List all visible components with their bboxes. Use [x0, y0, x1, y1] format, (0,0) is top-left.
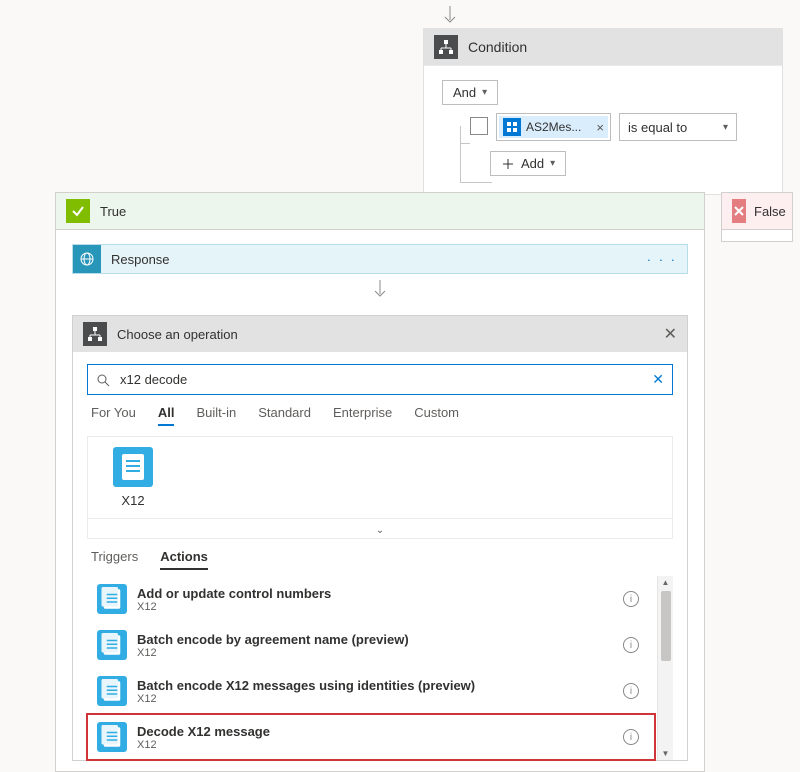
scroll-thumb[interactable]: [661, 591, 671, 661]
add-condition-button[interactable]: Add ▾: [490, 151, 566, 176]
action-subtitle: X12: [137, 693, 475, 705]
condition-row-checkbox[interactable]: [470, 117, 488, 135]
action-subtitle: X12: [137, 647, 409, 659]
flow-arrow-icon: [442, 6, 458, 29]
tab-triggers[interactable]: Triggers: [91, 549, 138, 570]
x12-connector-icon: [97, 630, 127, 660]
x12-connector-icon: [97, 722, 127, 752]
chevron-down-icon: ▾: [723, 122, 728, 133]
operation-picker-panel: Choose an operation ✕ ✕ For You All Buil…: [72, 315, 688, 761]
response-action-card[interactable]: Response · · ·: [72, 244, 688, 274]
tab-standard[interactable]: Standard: [258, 405, 311, 426]
category-tabs: For You All Built-in Standard Enterprise…: [73, 395, 687, 436]
and-operator-label: And: [453, 85, 476, 100]
info-icon[interactable]: i: [623, 683, 639, 699]
true-branch-label: True: [100, 204, 126, 219]
action-subtitle: X12: [137, 601, 331, 613]
scroll-down-icon[interactable]: ▼: [662, 747, 670, 760]
condition-icon: [434, 35, 458, 59]
action-item-decode-x12[interactable]: Decode X12 message X12 i: [87, 714, 655, 760]
connector-name: X12: [121, 493, 144, 508]
action-item[interactable]: Add or update control numbers X12 i: [87, 576, 655, 622]
tab-all[interactable]: All: [158, 405, 175, 426]
action-title: Batch encode by agreement name (preview): [137, 632, 409, 647]
true-branch: True Response · · · Choose an operation …: [55, 192, 705, 772]
action-title: Add or update control numbers: [137, 586, 331, 601]
chevron-down-icon: ⌄: [376, 525, 384, 536]
tab-actions[interactable]: Actions: [160, 549, 208, 570]
actions-list: Add or update control numbers X12 i Batc…: [87, 576, 673, 760]
connector-results: X12: [87, 436, 673, 518]
scroll-up-icon[interactable]: ▲: [662, 576, 670, 589]
info-icon[interactable]: i: [623, 729, 639, 745]
flow-arrow-icon: [372, 280, 388, 303]
plus-icon: [501, 157, 515, 171]
more-menu-button[interactable]: · · ·: [647, 252, 687, 267]
condition-left-operand[interactable]: AS2Mes... ×: [496, 113, 611, 141]
action-subtitle: X12: [137, 739, 270, 751]
operation-icon: [83, 322, 107, 346]
chevron-down-icon: ▾: [482, 87, 487, 98]
operation-picker-title: Choose an operation: [117, 327, 238, 342]
condition-header[interactable]: Condition: [424, 29, 782, 65]
x12-connector-icon: [97, 584, 127, 614]
condition-operator-label: is equal to: [628, 120, 687, 135]
check-icon: [66, 199, 90, 223]
info-icon[interactable]: i: [623, 637, 639, 653]
close-icon[interactable]: ✕: [664, 324, 677, 344]
condition-title: Condition: [468, 39, 527, 55]
action-title: Decode X12 message: [137, 724, 270, 739]
tab-builtin[interactable]: Built-in: [196, 405, 236, 426]
globe-icon: [73, 245, 101, 273]
tab-custom[interactable]: Custom: [414, 405, 459, 426]
search-icon: [96, 373, 110, 387]
tab-foryou[interactable]: For You: [91, 405, 136, 426]
condition-card: Condition And ▾ AS2Mes... × is equal to: [423, 28, 783, 195]
x12-connector-icon: [97, 676, 127, 706]
token-remove-icon[interactable]: ×: [596, 120, 604, 135]
operation-search-box[interactable]: ✕: [87, 364, 673, 395]
expand-connectors-button[interactable]: ⌄: [87, 518, 673, 539]
true-branch-header: True: [56, 193, 704, 230]
action-item[interactable]: Batch encode by agreement name (preview)…: [87, 622, 655, 668]
chevron-down-icon: ▾: [550, 158, 555, 169]
tab-enterprise[interactable]: Enterprise: [333, 405, 392, 426]
token-label: AS2Mes...: [526, 120, 581, 134]
actions-scrollbar[interactable]: ▲ ▼: [657, 576, 673, 760]
false-branch-label: False: [754, 204, 786, 219]
dynamic-content-token[interactable]: AS2Mes... ×: [499, 116, 608, 138]
add-condition-label: Add: [521, 156, 544, 171]
info-icon[interactable]: i: [623, 591, 639, 607]
clear-search-button[interactable]: ✕: [652, 371, 664, 388]
trigger-action-tabs: Triggers Actions: [73, 539, 687, 576]
x-icon: [732, 199, 746, 223]
false-branch: False: [721, 192, 793, 242]
false-branch-header: False: [722, 193, 792, 230]
operation-picker-header: Choose an operation ✕: [73, 316, 687, 352]
operation-search-input[interactable]: [118, 371, 644, 388]
and-operator-dropdown[interactable]: And ▾: [442, 80, 498, 105]
connector-x12[interactable]: X12: [98, 447, 168, 508]
response-action-label: Response: [111, 252, 170, 267]
token-icon: [503, 118, 521, 136]
action-title: Batch encode X12 messages using identiti…: [137, 678, 475, 693]
action-item[interactable]: Batch encode X12 messages using identiti…: [87, 668, 655, 714]
condition-operator-dropdown[interactable]: is equal to ▾: [619, 113, 737, 141]
x12-connector-icon: [113, 447, 153, 487]
